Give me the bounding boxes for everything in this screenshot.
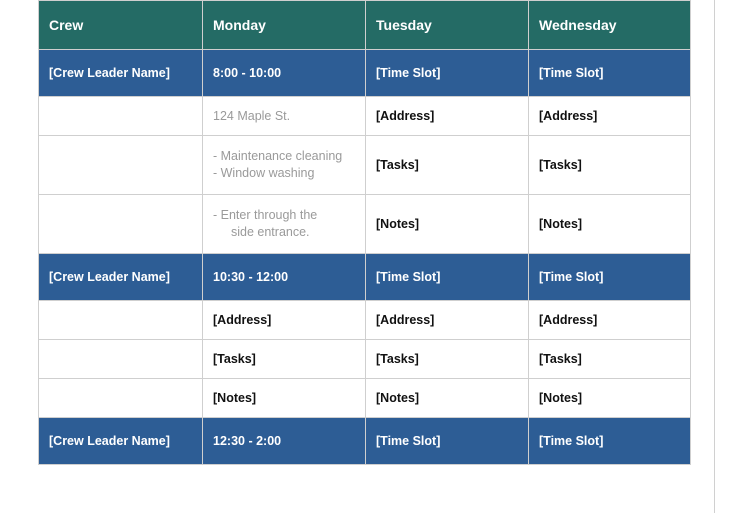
monday-notes-cell: [Notes] [203,378,366,417]
wednesday-time-cell: [Time Slot] [529,253,691,300]
header-crew: Crew [39,1,203,50]
crew-leader-cell: [Crew Leader Name] [39,253,203,300]
tuesday-tasks-cell: [Tasks] [366,136,529,195]
tuesday-tasks-cell: [Tasks] [366,339,529,378]
page-right-edge [714,0,715,513]
task-line: - Window washing [213,165,355,182]
tuesday-address-cell: [Address] [366,97,529,136]
table-header-row: Crew Monday Tuesday Wednesday [39,1,691,50]
schedule-table: Crew Monday Tuesday Wednesday [Crew Lead… [38,0,691,465]
header-tuesday: Tuesday [366,1,529,50]
notes-row: - Enter through the side entrance. [Note… [39,194,691,253]
empty-cell [39,97,203,136]
wednesday-time-cell: [Time Slot] [529,50,691,97]
tuesday-time-cell: [Time Slot] [366,253,529,300]
monday-time-cell: 8:00 - 10:00 [203,50,366,97]
empty-cell [39,300,203,339]
tuesday-time-cell: [Time Slot] [366,417,529,464]
empty-cell [39,378,203,417]
monday-notes-cell: - Enter through the side entrance. [203,194,366,253]
wednesday-time-cell: [Time Slot] [529,417,691,464]
address-row: [Address] [Address] [Address] [39,300,691,339]
monday-time-cell: 10:30 - 12:00 [203,253,366,300]
schedule-page: Crew Monday Tuesday Wednesday [Crew Lead… [0,0,720,465]
crew-leader-cell: [Crew Leader Name] [39,417,203,464]
tuesday-address-cell: [Address] [366,300,529,339]
time-slot-row: [Crew Leader Name] 10:30 - 12:00 [Time S… [39,253,691,300]
empty-cell [39,339,203,378]
time-slot-row: [Crew Leader Name] 12:30 - 2:00 [Time Sl… [39,417,691,464]
monday-address-cell: 124 Maple St. [203,97,366,136]
crew-leader-cell: [Crew Leader Name] [39,50,203,97]
monday-address-cell: [Address] [203,300,366,339]
tasks-row: [Tasks] [Tasks] [Tasks] [39,339,691,378]
monday-time-cell: 12:30 - 2:00 [203,417,366,464]
empty-cell [39,194,203,253]
wednesday-address-cell: [Address] [529,300,691,339]
wednesday-tasks-cell: [Tasks] [529,339,691,378]
note-line: side entrance. [213,224,355,241]
notes-row: [Notes] [Notes] [Notes] [39,378,691,417]
address-row: 124 Maple St. [Address] [Address] [39,97,691,136]
wednesday-address-cell: [Address] [529,97,691,136]
tuesday-time-cell: [Time Slot] [366,50,529,97]
tasks-row: - Maintenance cleaning - Window washing … [39,136,691,195]
header-monday: Monday [203,1,366,50]
note-line: - Enter through the [213,207,355,224]
tuesday-notes-cell: [Notes] [366,378,529,417]
monday-tasks-cell: [Tasks] [203,339,366,378]
wednesday-notes-cell: [Notes] [529,378,691,417]
empty-cell [39,136,203,195]
tuesday-notes-cell: [Notes] [366,194,529,253]
wednesday-tasks-cell: [Tasks] [529,136,691,195]
monday-tasks-cell: - Maintenance cleaning - Window washing [203,136,366,195]
time-slot-row: [Crew Leader Name] 8:00 - 10:00 [Time Sl… [39,50,691,97]
header-wednesday: Wednesday [529,1,691,50]
task-line: - Maintenance cleaning [213,148,355,165]
wednesday-notes-cell: [Notes] [529,194,691,253]
monday-address-text: 124 Maple St. [213,109,290,123]
